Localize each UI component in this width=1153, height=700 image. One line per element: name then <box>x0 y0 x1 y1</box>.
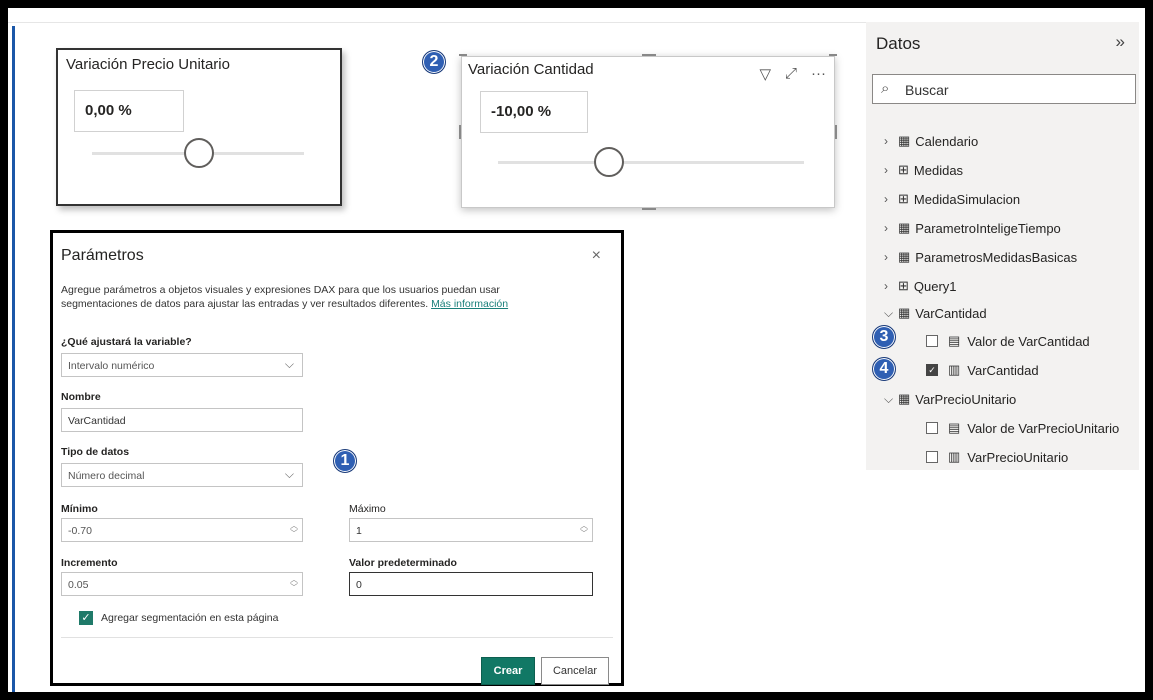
incremento-input[interactable]: 0.05 ︿ ﹀ <box>61 572 303 596</box>
field-checkbox[interactable] <box>926 335 938 347</box>
visual-header-icons: ▽ ⤢ ··· <box>759 65 826 83</box>
minimo-label: Mínimo <box>61 503 98 515</box>
field-checkbox[interactable] <box>926 451 938 463</box>
table-item-medidasimulacion[interactable]: › ⊞ MedidaSimulacion <box>884 188 1020 210</box>
spinner-icon[interactable]: ︿ ﹀ <box>290 522 298 538</box>
field-checkbox-checked[interactable]: ✓ <box>926 364 938 376</box>
parametros-dialog: Parámetros × Agregue parámetros a objeto… <box>50 230 624 686</box>
step-badge-1: 1 <box>333 449 357 473</box>
field-checkbox[interactable] <box>926 422 938 434</box>
parameter-table-icon: ▦ <box>898 391 911 406</box>
cancelar-button[interactable]: Cancelar <box>541 657 609 685</box>
table-icon: ⊞ <box>898 191 909 206</box>
table-icon: ▦ <box>898 220 911 235</box>
mas-informacion-link[interactable]: Más información <box>431 298 508 310</box>
table-item-medidas[interactable]: › ⊞ Medidas <box>884 159 963 181</box>
valor-predeterminado-label: Valor predeterminado <box>349 557 457 569</box>
resize-handle[interactable] <box>835 125 837 139</box>
chevron-down-icon: ⌵ <box>284 357 294 371</box>
filter-icon[interactable]: ▽ <box>759 65 771 83</box>
more-options-icon[interactable]: ··· <box>811 65 826 83</box>
nombre-label: Nombre <box>61 391 101 403</box>
table-item-parametrointeligetiempo[interactable]: › ▦ ParametroInteligeTiempo <box>884 217 1061 239</box>
slicer-title: Variación Cantidad <box>468 61 594 78</box>
agregar-segmentacion-checkbox[interactable]: ✓ <box>79 611 93 625</box>
spinner-icon[interactable]: ︿ ﹀ <box>290 576 298 592</box>
agregar-segmentacion-label: Agregar segmentación en esta página <box>101 612 279 624</box>
nombre-input[interactable]: VarCantidad <box>61 408 303 432</box>
slicer-title: Variación Precio Unitario <box>66 56 230 73</box>
minimo-input[interactable]: -0.70 ︿ ﹀ <box>61 518 303 542</box>
slicer-variacion-cantidad[interactable]: Variación Cantidad ▽ ⤢ ··· -10,00 % <box>459 54 837 210</box>
resize-handle[interactable] <box>642 54 656 56</box>
crear-button[interactable]: Crear <box>481 657 535 685</box>
table-item-parametrosmedidasbasicas[interactable]: › ▦ ParametrosMedidasBasicas <box>884 246 1077 268</box>
table-item-calendario[interactable]: › ▦ Calendario <box>884 130 978 152</box>
dialog-description: Agregue parámetros a objetos visuales y … <box>61 284 509 310</box>
field-valor-de-varpreciounitario[interactable]: ▤ Valor de VarPrecioUnitario <box>926 417 1119 439</box>
chevron-right-icon[interactable]: › <box>884 163 898 177</box>
field-valor-de-varcantidad[interactable]: ▤ Valor de VarCantidad <box>926 330 1090 352</box>
focus-mode-icon[interactable]: ⤢ <box>785 65 797 83</box>
slicer-value: -10,00 % <box>491 103 552 120</box>
step-badge-2: 2 <box>422 50 446 74</box>
chevron-right-icon[interactable]: › <box>884 250 898 264</box>
resize-handle[interactable] <box>642 208 656 210</box>
chevron-right-icon[interactable]: › <box>884 192 898 206</box>
tipo-datos-label: Tipo de datos <box>61 446 130 458</box>
chevron-down-icon: ⌵ <box>284 467 294 481</box>
canvas-left-edge <box>12 26 15 692</box>
chevron-right-icon[interactable]: › <box>884 279 898 293</box>
pane-title: Datos <box>876 34 921 53</box>
valor-predeterminado-input[interactable]: 0 <box>349 572 593 596</box>
maximo-input[interactable]: 1 ︿ ﹀ <box>349 518 593 542</box>
calculator-icon: ▤ <box>948 333 961 348</box>
maximo-label: Máximo <box>349 503 386 515</box>
collapse-pane-icon[interactable]: » <box>1116 32 1125 52</box>
tipo-datos-select[interactable]: Número decimal ⌵ <box>61 463 303 487</box>
measure-icon: ▥ <box>948 362 961 377</box>
resize-handle[interactable] <box>459 54 467 56</box>
resize-handle[interactable] <box>829 54 837 56</box>
resize-handle[interactable] <box>459 125 461 139</box>
close-icon[interactable]: × <box>592 247 601 265</box>
table-icon: ⊞ <box>898 278 909 293</box>
slicer-value: 0,00 % <box>85 102 132 119</box>
search-input[interactable]: ⌕ Buscar <box>872 74 1136 104</box>
search-icon: ⌕ <box>881 80 890 97</box>
incremento-label: Incremento <box>61 557 118 569</box>
step-badge-3: 3 <box>872 325 896 349</box>
slicer-value-box[interactable]: -10,00 % <box>480 91 588 133</box>
ribbon-strip <box>8 8 868 23</box>
slider-handle[interactable] <box>594 147 624 177</box>
slider-track[interactable] <box>498 161 804 164</box>
table-icon: ▦ <box>898 249 911 264</box>
calculator-icon: ▤ <box>948 420 961 435</box>
chevron-right-icon[interactable]: › <box>884 221 898 235</box>
dialog-title: Parámetros <box>61 247 144 264</box>
step-badge-4: 4 <box>872 357 896 381</box>
slider-handle[interactable] <box>184 138 214 168</box>
measure-icon: ▥ <box>948 449 961 464</box>
que-ajustara-label: ¿Qué ajustará la variable? <box>61 336 192 348</box>
table-icon: ▦ <box>898 133 911 148</box>
field-varpreciounitario[interactable]: ▥ VarPrecioUnitario <box>926 446 1068 468</box>
parameter-table-icon: ▦ <box>898 305 911 320</box>
field-varcantidad[interactable]: ✓ ▥ VarCantidad <box>926 359 1039 381</box>
table-item-varcantidad[interactable]: ⌵ ▦ VarCantidad <box>884 302 987 324</box>
spinner-icon[interactable]: ︿ ﹀ <box>580 522 588 538</box>
chevron-right-icon[interactable]: › <box>884 134 898 148</box>
slicer-variacion-precio-unitario[interactable]: Variación Precio Unitario 0,00 % <box>56 48 342 206</box>
chevron-down-icon[interactable]: ⌵ <box>884 392 898 407</box>
table-item-query1[interactable]: › ⊞ Query1 <box>884 275 957 297</box>
chevron-down-icon[interactable]: ⌵ <box>884 306 898 321</box>
dialog-divider <box>61 637 613 638</box>
slicer-value-box[interactable]: 0,00 % <box>74 90 184 132</box>
report-canvas: Variación Precio Unitario 0,00 % Variaci… <box>8 8 1145 692</box>
table-item-varpreciounitario[interactable]: ⌵ ▦ VarPrecioUnitario <box>884 388 1016 410</box>
que-ajustara-select[interactable]: Intervalo numérico ⌵ <box>61 353 303 377</box>
table-icon: ⊞ <box>898 162 909 177</box>
datos-pane: Datos » ⌕ Buscar › ▦ Calendario › ⊞ Medi… <box>866 22 1139 470</box>
